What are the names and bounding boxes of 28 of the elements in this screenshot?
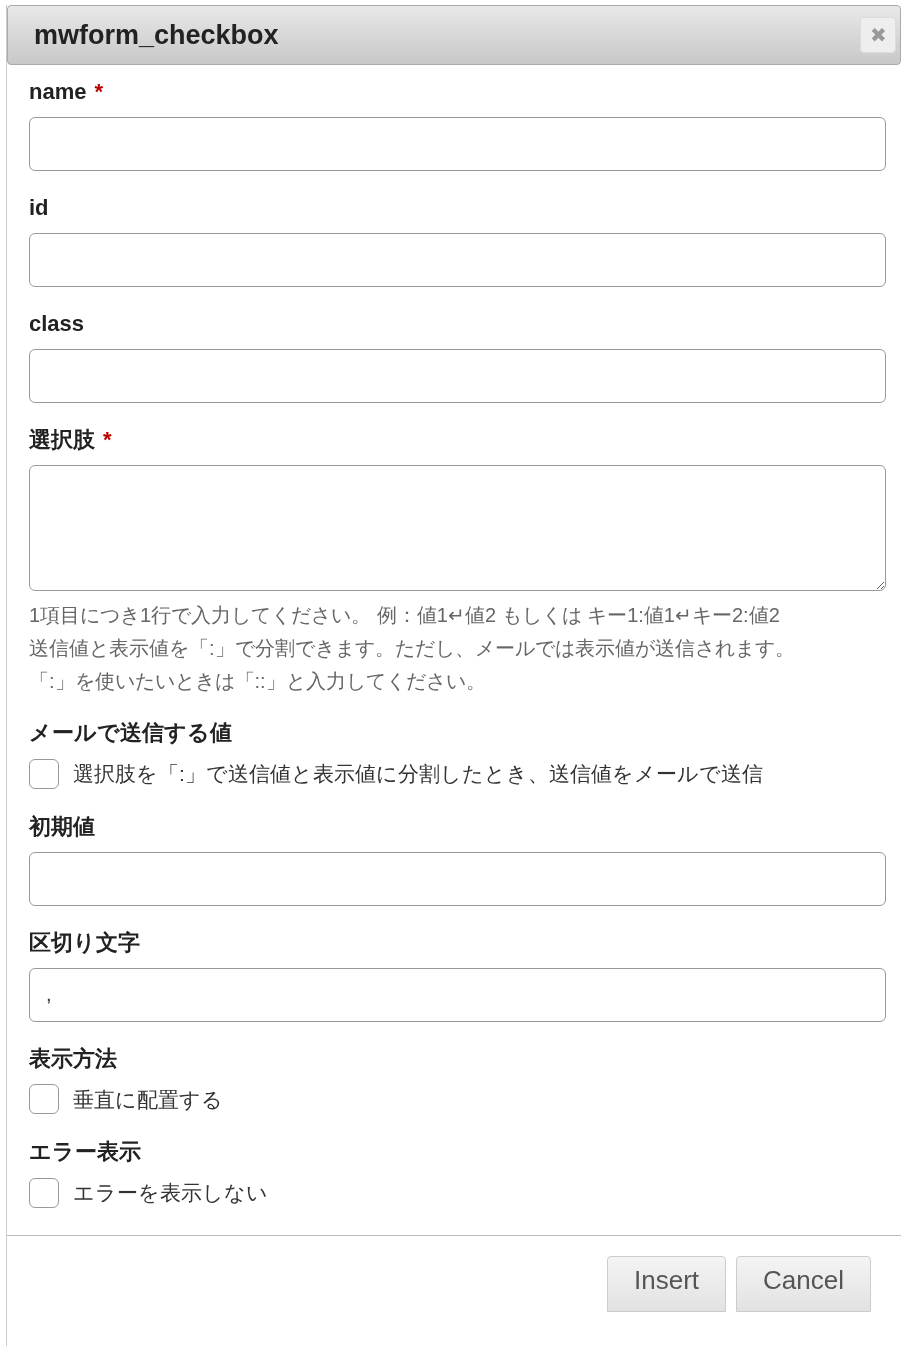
required-mark: * <box>103 429 112 451</box>
checkbox-label: 垂直に配置する <box>73 1086 223 1113</box>
checkbox-label: エラーを表示しない <box>73 1180 268 1206</box>
field-label: 区切り文字 <box>29 931 140 954</box>
field-label: 選択肢 <box>29 429 95 451</box>
text-field[interactable] <box>29 349 886 403</box>
help-text: 1項目につき1行で入力してください。 例：値1↵値2 もしくは キー1:値1↵キー2:値2 <box>29 603 781 628</box>
checkbox-label: 選択肢を「:」で送信値と表示値に分割したとき、送信値をメールで送信 <box>73 761 763 787</box>
field-label: id <box>29 197 49 219</box>
dialog-button[interactable]: Insert <box>607 1255 727 1312</box>
checkbox[interactable] <box>29 758 59 789</box>
field-label: class <box>29 313 85 335</box>
field-label: name <box>29 81 87 103</box>
help-text: 「:」を使いたいときは「::」と入力してください。 <box>29 669 487 694</box>
field-label: エラー表示 <box>29 1141 141 1163</box>
text-field[interactable]: , <box>29 967 886 1022</box>
field-label: 初期値 <box>29 815 95 838</box>
required-mark: * <box>94 81 104 103</box>
field-label: 表示方法 <box>29 1047 117 1070</box>
window-title: mwform_checkbox <box>34 18 279 52</box>
text-field[interactable] <box>29 233 886 287</box>
text-field[interactable] <box>29 117 886 171</box>
text-field[interactable] <box>29 851 886 906</box>
help-text: 送信値と表示値を「:」で分割できます。ただし、メールでは表示値が送信されます。 <box>29 636 796 661</box>
dialog-button[interactable]: Cancel <box>736 1255 871 1312</box>
field-label: メールで送信する値 <box>29 722 232 744</box>
checkbox[interactable] <box>29 1084 59 1115</box>
checkbox[interactable] <box>29 1177 59 1208</box>
